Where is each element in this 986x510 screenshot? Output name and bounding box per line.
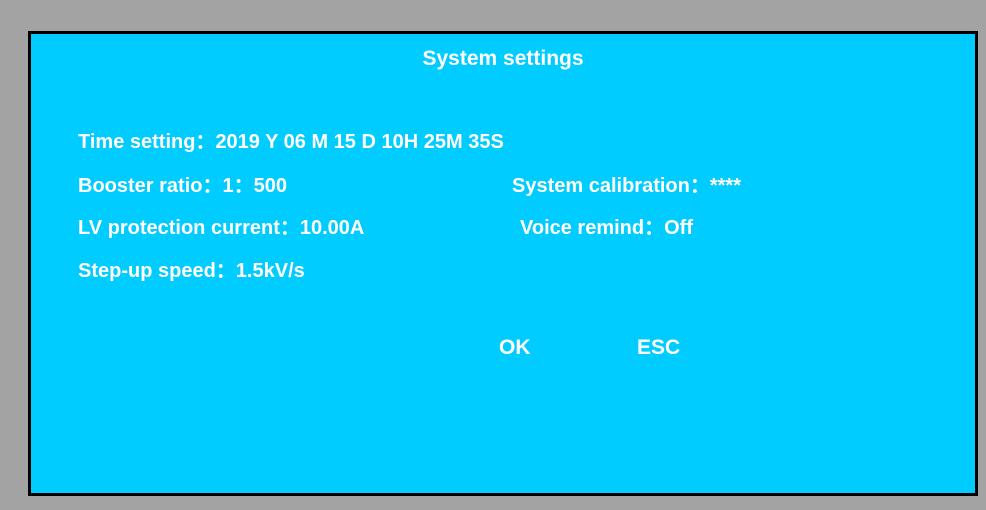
system-settings-dialog: System settings Time setting：2019 Y 06 M… [28, 31, 978, 496]
lv-protection-current-label: LV protection current： [78, 217, 300, 239]
step-up-speed-label: Step-up speed： [78, 260, 236, 282]
system-calibration-row[interactable]: System calibration：**** [512, 169, 741, 198]
booster-ratio-label: Booster ratio： [78, 175, 223, 197]
step-up-speed-value[interactable]: 1.5kV/s [236, 260, 305, 282]
time-setting-row[interactable]: Time setting：2019 Y 06 M 15 D 10H 25M 35… [78, 125, 504, 154]
esc-button[interactable]: ESC [637, 336, 680, 360]
voice-remind-row[interactable]: Voice remind：Off [520, 211, 693, 240]
step-up-speed-row[interactable]: Step-up speed：1.5kV/s [78, 254, 305, 283]
ok-button[interactable]: OK [499, 336, 531, 360]
booster-ratio-value[interactable]: 1：500 [222, 175, 287, 197]
time-setting-value[interactable]: 2019 Y 06 M 15 D 10H 25M 35S [215, 131, 503, 153]
system-calibration-value[interactable]: **** [710, 175, 741, 197]
system-calibration-label: System calibration： [512, 175, 710, 197]
time-setting-label: Time setting： [78, 131, 216, 153]
voice-remind-value[interactable]: Off [664, 217, 693, 239]
screen-frame: System settings Time setting：2019 Y 06 M… [0, 0, 986, 510]
lv-protection-current-row[interactable]: LV protection current：10.00A [78, 211, 364, 240]
dialog-title: System settings [422, 47, 584, 70]
lv-protection-current-value[interactable]: 10.00A [300, 217, 365, 239]
booster-ratio-row[interactable]: Booster ratio：1：500 [78, 169, 287, 198]
voice-remind-label: Voice remind： [520, 217, 665, 239]
